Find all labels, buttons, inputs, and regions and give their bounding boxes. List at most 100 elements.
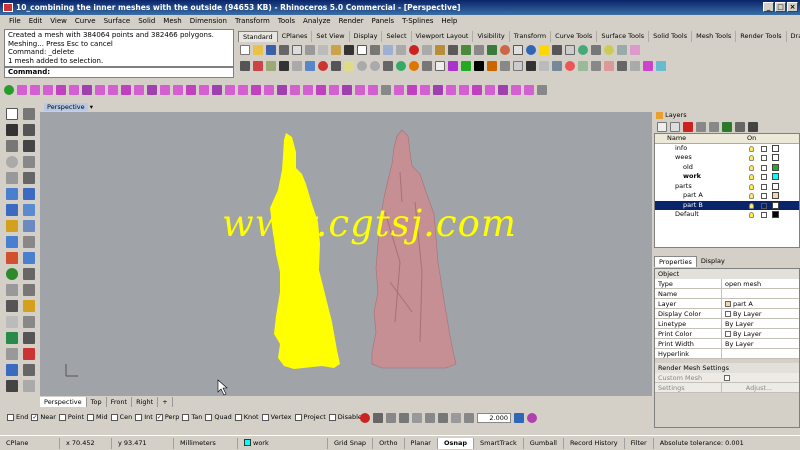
mesh-trim-icon[interactable] (251, 85, 261, 95)
apply-icon[interactable] (514, 413, 524, 423)
layer-color-swatch[interactable] (772, 154, 779, 161)
mirror-tool-icon[interactable] (6, 332, 18, 344)
tab-transform[interactable]: Transform (510, 31, 552, 42)
osnap-checkbox[interactable] (58, 413, 66, 421)
mesh-option-icon-7[interactable] (464, 413, 474, 423)
menu-edit[interactable]: Edit (25, 17, 47, 25)
check-icon[interactable] (461, 61, 471, 71)
property-value[interactable] (721, 289, 793, 299)
layer-help-icon[interactable] (748, 121, 758, 132)
osnap-option-mid[interactable]: Mid (84, 413, 108, 421)
menu-dimension[interactable]: Dimension (186, 17, 231, 25)
menu-transform[interactable]: Transform (231, 17, 274, 25)
menu-curve[interactable]: Curve (71, 17, 100, 25)
viewport-menu-chevron-icon[interactable]: ▾ (90, 103, 93, 111)
command-prompt-input[interactable]: Command: (4, 67, 234, 78)
select-icon[interactable] (357, 45, 367, 55)
add-viewport-tab-icon[interactable]: + (158, 397, 173, 407)
mesh-reduce-icon[interactable] (199, 85, 209, 95)
tools-icon[interactable] (630, 61, 640, 71)
xray-icon[interactable] (422, 61, 432, 71)
layer-color-swatch[interactable] (772, 173, 779, 180)
menu-file[interactable]: File (5, 17, 25, 25)
explode-icon[interactable] (487, 61, 497, 71)
menu-tools[interactable]: Tools (274, 17, 299, 25)
mesh-extrude-icon[interactable] (95, 85, 105, 95)
osnap-option-knot[interactable]: Knot (232, 413, 259, 421)
toggle-smarttrack[interactable]: SmartTrack (474, 437, 524, 449)
shade-icon[interactable] (500, 45, 510, 55)
box-tool-icon[interactable] (6, 204, 18, 216)
mesh-outline-icon[interactable] (342, 85, 352, 95)
mesh-cone-icon[interactable] (56, 85, 66, 95)
adjust-button[interactable]: Adjust... (721, 383, 793, 393)
light-icon[interactable] (539, 45, 549, 55)
tab-mesh-tools[interactable]: Mesh Tools (692, 31, 737, 42)
value-input[interactable]: 2.000 (477, 413, 511, 423)
circle-tool-icon[interactable] (6, 156, 18, 168)
four-view-icon[interactable] (461, 45, 471, 55)
pink-statue-mesh[interactable] (371, 129, 457, 369)
line-icon[interactable] (253, 61, 263, 71)
osnap-checkbox[interactable] (294, 413, 302, 421)
page-icon[interactable] (435, 61, 445, 71)
mesh-tool-icon-a[interactable] (6, 220, 18, 232)
layer-row[interactable]: work (655, 172, 799, 182)
polygon-tool-icon[interactable] (23, 172, 35, 184)
menu-solid[interactable]: Solid (134, 17, 159, 25)
mesh-crease-icon[interactable] (524, 85, 534, 95)
material-icon[interactable] (578, 45, 588, 55)
group-tool-icon[interactable] (6, 380, 18, 392)
set-cplane-icon[interactable] (474, 45, 484, 55)
freeform-tool-icon[interactable] (23, 140, 35, 152)
layer-row[interactable]: wees (655, 153, 799, 163)
mesh-collapse-icon[interactable] (407, 85, 417, 95)
extrude-tool-icon[interactable] (6, 236, 18, 248)
layer-visibility-bulb-icon[interactable] (749, 164, 754, 171)
layer-lock-icon[interactable] (761, 202, 767, 209)
layer-row[interactable]: part B (655, 200, 799, 210)
mesh-loft-icon[interactable] (108, 85, 118, 95)
layer-lock-icon[interactable] (761, 174, 767, 180)
lock-icon[interactable] (344, 61, 354, 71)
print-icon[interactable] (279, 45, 289, 55)
new-file-icon[interactable] (240, 45, 250, 55)
osnap-checkbox[interactable] (182, 413, 190, 421)
layer-color-swatch[interactable] (772, 144, 779, 152)
wireframe-icon[interactable] (513, 45, 523, 55)
zoom-icon[interactable] (396, 45, 406, 55)
polyline-tool-icon[interactable] (23, 124, 35, 136)
chamfer-tool-icon[interactable] (23, 268, 35, 280)
blend-tool-icon[interactable] (23, 284, 35, 296)
toolbar-more-icon[interactable] (617, 45, 627, 55)
mesh-sphere-icon[interactable] (30, 85, 40, 95)
osnap-option-perp[interactable]: ✓ Perp (153, 413, 179, 421)
tab-curve-tools[interactable]: Curve Tools (551, 31, 598, 42)
layer-color-swatch[interactable] (772, 182, 779, 190)
tab-cplanes[interactable]: CPlanes (278, 31, 313, 42)
mesh-smooth-icon[interactable] (212, 85, 222, 95)
move-layer-down-icon[interactable] (709, 121, 719, 132)
menu-view[interactable]: View (46, 17, 71, 25)
menu-help[interactable]: Help (437, 17, 461, 25)
close-button[interactable]: × (787, 2, 798, 12)
custom-mesh-checkbox[interactable] (721, 373, 793, 383)
status-current-layer[interactable]: work (238, 437, 328, 449)
osnap-checkbox[interactable]: ✓ (155, 413, 163, 421)
perspective-viewport[interactable] (40, 112, 652, 396)
mesh-tool-icon-b[interactable] (23, 220, 35, 232)
viewport-tab-front[interactable]: Front (107, 397, 133, 407)
zoom-in-icon[interactable] (357, 61, 367, 71)
mesh-duplicate-icon[interactable] (459, 85, 469, 95)
array-tool-icon[interactable] (23, 332, 35, 344)
revolve-tool-icon[interactable] (23, 236, 35, 248)
options-icon[interactable] (591, 45, 601, 55)
save-icon[interactable] (266, 45, 276, 55)
property-value[interactable]: open mesh (721, 279, 793, 289)
layer-visibility-bulb-icon[interactable] (749, 193, 754, 199)
tab-display-props[interactable]: Display (697, 256, 729, 267)
layer-lock-icon[interactable] (761, 212, 767, 218)
minimize-button[interactable]: _ (763, 2, 774, 12)
curve-tool-icon[interactable] (6, 140, 18, 152)
mesh-weld-icon[interactable] (160, 85, 170, 95)
